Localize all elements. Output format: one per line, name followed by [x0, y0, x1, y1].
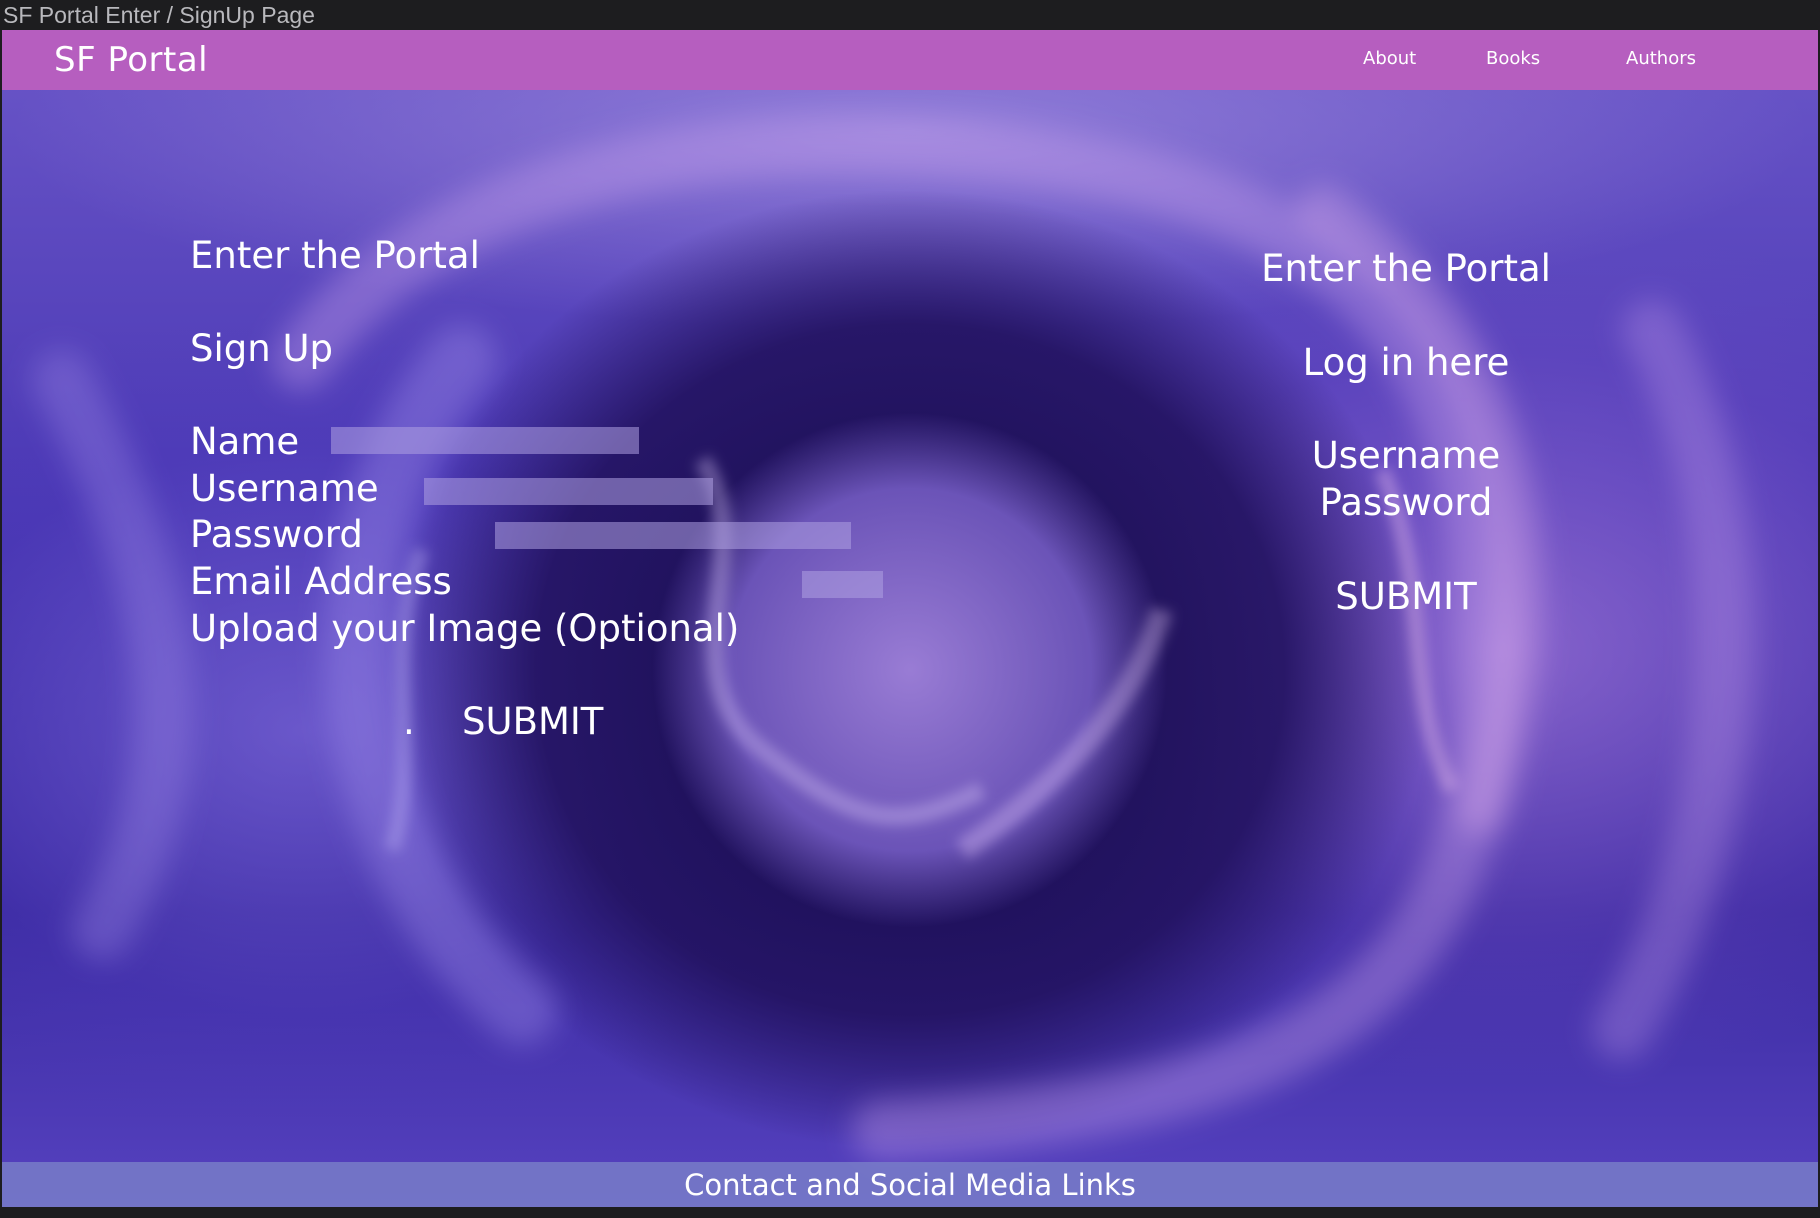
signup-heading: Enter the Portal	[190, 234, 480, 277]
footer-bar: Contact and Social Media Links	[2, 1162, 1818, 1207]
login-submit-button[interactable]: SUBMIT	[1206, 574, 1606, 620]
login-username-label[interactable]: Username	[1206, 433, 1606, 479]
email-field[interactable]	[802, 571, 883, 598]
nav-link-books[interactable]: Books	[1486, 47, 1540, 71]
top-navigation-bar: SF Portal About Books Authors	[2, 30, 1818, 90]
email-label: Email Address	[190, 560, 452, 603]
password-label: Password	[190, 513, 363, 556]
nav-link-authors[interactable]: Authors	[1626, 47, 1696, 71]
signup-subheading: Sign Up	[190, 327, 334, 370]
window-bottom-edge	[0, 1207, 1820, 1218]
footer-contact-links[interactable]: Contact and Social Media Links	[2, 1166, 1818, 1204]
brand-logo-text[interactable]: SF Portal	[54, 38, 208, 82]
name-label: Name	[190, 420, 300, 463]
login-password-label[interactable]: Password	[1206, 480, 1606, 526]
username-field[interactable]	[424, 478, 713, 505]
window-title: SF Portal Enter / SignUp Page	[0, 0, 1820, 30]
username-label: Username	[190, 467, 379, 510]
submit-dot: .	[403, 700, 415, 743]
name-field[interactable]	[331, 427, 639, 454]
signup-submit-button[interactable]: SUBMIT	[462, 699, 603, 745]
password-field[interactable]	[495, 522, 851, 549]
nav-link-about[interactable]: About	[1363, 47, 1416, 71]
login-heading: Enter the Portal	[1261, 247, 1551, 290]
page-frame: SF Portal About Books Authors Enter the …	[2, 30, 1818, 1207]
login-subheading: Log in here	[1302, 341, 1510, 384]
upload-image-label[interactable]: Upload your Image (Optional)	[190, 606, 739, 652]
